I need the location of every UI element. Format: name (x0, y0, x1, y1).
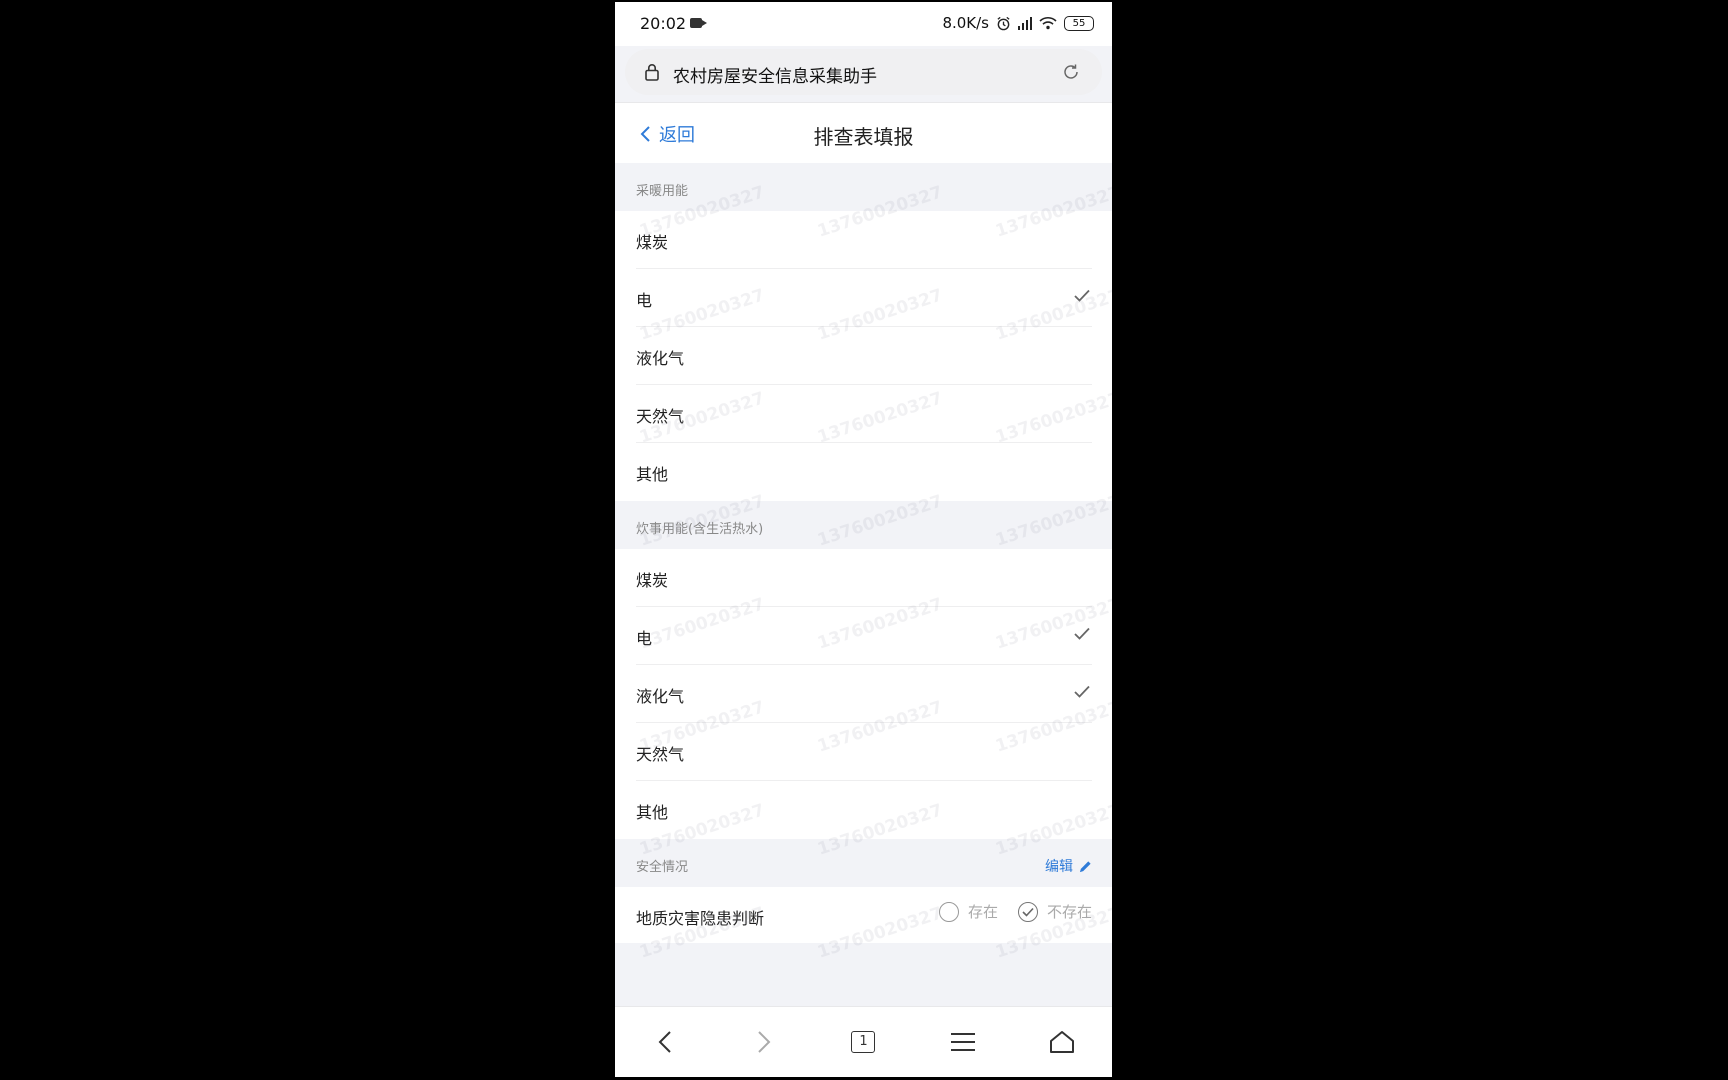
edit-button[interactable]: 编辑 (1045, 856, 1092, 876)
edit-label: 编辑 (1045, 859, 1073, 875)
battery-icon: 55 (1064, 15, 1094, 31)
status-time: 20:02 (640, 14, 687, 33)
menu-icon (950, 1033, 975, 1051)
cooking-option-row[interactable]: 煤炭 (615, 549, 1112, 607)
cooking-option-row[interactable]: 其他 (615, 781, 1112, 839)
cooking-option-row[interactable]: 天然气 (615, 723, 1112, 781)
cooking-option-label: 液化气 (636, 687, 685, 706)
heating-options: 煤炭电液化气天然气其他 (615, 211, 1112, 501)
home-icon (1050, 1031, 1075, 1053)
nav-home-button[interactable] (1032, 1017, 1092, 1067)
form-content: 采暖用能 煤炭电液化气 天然气 其他 炊事用能(含生活热水) 煤炭电液化气 天然气 其他… (615, 163, 1112, 943)
chevron-right-icon (758, 1031, 771, 1053)
nav-forward-button[interactable] (734, 1017, 794, 1067)
radio-not-exists[interactable]: 不存在 (1017, 901, 1092, 922)
heating-option-row[interactable]: 电 (615, 269, 1112, 327)
wifi-icon (1039, 17, 1057, 30)
section-safety: 安全情况 编辑 (615, 839, 1112, 887)
geo-hazard-label: 地质灾害隐患判断 (636, 909, 765, 928)
browser-bottom-nav: 1 (615, 1006, 1112, 1077)
page-title: 排查表填报 (813, 125, 914, 149)
cooking-option-label: 天然气 (636, 745, 685, 764)
cooking-options: 煤炭电液化气天然气其他 (615, 549, 1112, 839)
radio-not-exists-label: 不存在 (1046, 903, 1092, 921)
geo-hazard-row: 地质灾害隐患判断 存在 不存在 (615, 887, 1112, 943)
heating-option-row[interactable]: 其他 (615, 443, 1112, 501)
radio-circle-not-exists (1017, 901, 1038, 922)
section-safety-title: 安全情况 (636, 860, 689, 875)
url-bar[interactable]: 农村房屋安全信息采集助手 (625, 49, 1102, 95)
lock-icon (645, 64, 659, 81)
section-cooking-title: 炊事用能(含生活热水) (636, 522, 764, 537)
heating-option-label: 液化气 (636, 349, 685, 368)
radio-exists-label: 存在 (967, 903, 998, 921)
radio-circle-exists (938, 901, 959, 922)
alarm-icon (997, 16, 1010, 30)
cooking-option-row[interactable]: 电 (615, 607, 1112, 665)
status-right: 8.0K/s 55 (942, 14, 1094, 32)
nav-tabs-button[interactable]: 1 (833, 1017, 893, 1067)
check-icon (1074, 685, 1090, 698)
section-heating-title: 采暖用能 (636, 184, 689, 199)
status-bar: 20:02 8.0K/s 55 (615, 2, 1112, 46)
heating-option-row[interactable]: 液化气 (615, 327, 1112, 385)
heating-option-row[interactable]: 天然气 (615, 385, 1112, 443)
nav-menu-button[interactable] (933, 1017, 993, 1067)
network-speed: 8.0K/s (942, 14, 989, 32)
chevron-left-icon (658, 1031, 671, 1053)
section-cooking: 炊事用能(含生活热水) (615, 501, 1112, 549)
cooking-option-label: 煤炭 (636, 571, 669, 590)
page-header: 返回 排查表填报 (615, 102, 1112, 163)
heating-option-row[interactable]: 煤炭 (615, 211, 1112, 269)
phone-screen: 20:02 8.0K/s 55 农村房屋安全信息采集助手 返回 排查表填报 采暖… (615, 2, 1112, 1077)
signal-icon (1018, 16, 1032, 30)
nav-back-button[interactable] (635, 1017, 695, 1067)
check-icon (1074, 627, 1090, 640)
geo-hazard-radio-group: 存在 不存在 (938, 901, 1092, 922)
url-title: 农村房屋安全信息采集助手 (673, 67, 877, 87)
cooking-option-label: 电 (636, 629, 653, 648)
cooking-option-row[interactable]: 液化气 (615, 665, 1112, 723)
section-heating: 采暖用能 (615, 163, 1112, 211)
cooking-option-label: 其他 (636, 803, 669, 822)
heating-option-label: 电 (636, 291, 653, 310)
pencil-icon (1079, 860, 1091, 872)
video-camera-icon (690, 18, 707, 28)
reload-icon[interactable] (1062, 63, 1080, 81)
tab-count: 1 (851, 1031, 876, 1053)
radio-exists[interactable]: 存在 (938, 901, 998, 922)
check-icon (1022, 907, 1034, 917)
heating-option-label: 天然气 (636, 407, 685, 426)
heating-option-label: 煤炭 (636, 233, 669, 252)
check-icon (1074, 289, 1090, 302)
heating-option-label: 其他 (636, 465, 669, 484)
